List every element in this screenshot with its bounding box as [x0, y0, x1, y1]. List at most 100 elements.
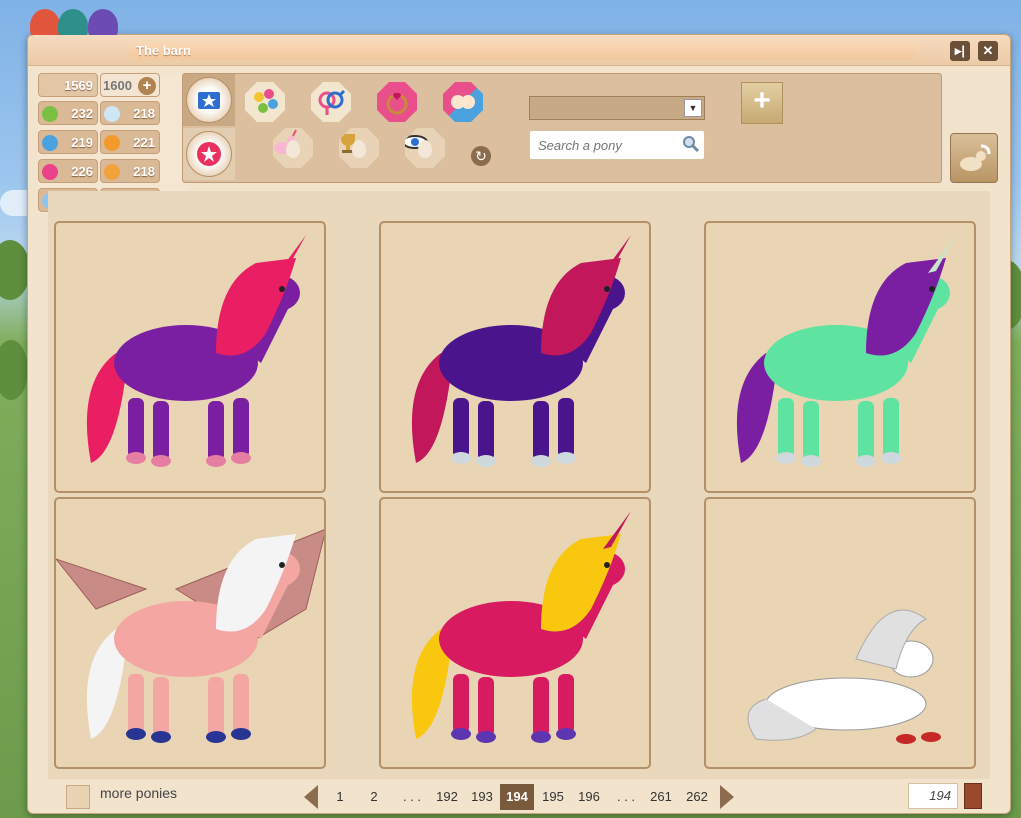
background-tree — [0, 240, 30, 300]
pony-card[interactable] — [379, 221, 651, 493]
pony-leg — [233, 398, 249, 458]
move-to-folder-button[interactable] — [950, 133, 998, 183]
background-tree — [0, 340, 28, 400]
pony-card[interactable] — [54, 497, 326, 769]
pony-hoof — [231, 452, 251, 464]
pony-leg — [453, 398, 469, 458]
pony-image — [411, 511, 631, 743]
stat-value: 226 — [71, 164, 93, 179]
search-icon[interactable] — [682, 135, 700, 153]
tab-favorites-badge — [186, 131, 232, 177]
pony-hoof — [451, 452, 471, 464]
pony-hoof — [856, 455, 876, 467]
tab-favorites[interactable] — [183, 128, 235, 180]
chevron-down-icon[interactable]: ▼ — [684, 99, 702, 117]
page-ellipsis: . . . — [616, 789, 636, 804]
energy-max-value: 1600 — [103, 78, 132, 93]
pony-hoof — [476, 455, 496, 467]
stat-value: 221 — [133, 135, 155, 150]
pony-hoof — [206, 455, 226, 467]
pony-leg — [208, 401, 224, 461]
pony-image — [86, 235, 306, 467]
title-bar[interactable]: The barn ▸| ✕ — [28, 35, 1010, 66]
page-link[interactable]: 2 — [360, 784, 388, 810]
reset-filters-icon[interactable]: ↻ — [471, 146, 491, 166]
stat-value: 219 — [71, 135, 93, 150]
pony-folder-icon — [960, 144, 991, 171]
tab-folder[interactable] — [183, 74, 235, 126]
color-filter-button[interactable] — [245, 82, 285, 122]
pony-hoof — [476, 731, 496, 743]
breeding-filter-button[interactable] — [443, 82, 483, 122]
cloud-icon — [104, 106, 120, 122]
pony-card[interactable] — [379, 497, 651, 769]
pony-eye — [279, 562, 285, 568]
previous-page-arrow-icon[interactable] — [304, 785, 318, 809]
more-ponies-label: more ponies — [100, 785, 178, 801]
pony-card[interactable] — [704, 497, 976, 769]
pony-hoof — [556, 452, 576, 464]
stat-paw: 218 — [100, 159, 160, 183]
current-page[interactable]: 194 — [500, 784, 534, 810]
folder-star-icon — [198, 92, 220, 109]
stat-flame: 221 — [100, 130, 160, 154]
love-filter-button[interactable] — [377, 82, 417, 122]
energy-stat: 1569 — [38, 73, 98, 97]
pony-eye — [604, 286, 610, 292]
more-ponies-checkbox[interactable] — [66, 785, 90, 809]
color-palette-icon — [254, 89, 278, 113]
page-link[interactable]: 192 — [430, 784, 464, 810]
heart-icon — [42, 164, 58, 180]
pony-leg — [128, 674, 144, 734]
pony-hoof — [231, 728, 251, 740]
pony-hoof — [896, 734, 916, 744]
page-link[interactable]: 196 — [572, 784, 606, 810]
trophy-slot[interactable] — [339, 128, 379, 168]
search-input[interactable] — [529, 130, 705, 160]
pony-grid — [48, 191, 990, 779]
filter-bar: ↻ ▼ + — [182, 73, 942, 183]
pony-hoof — [776, 452, 796, 464]
pony-eye — [929, 286, 935, 292]
page-link[interactable]: 195 — [536, 784, 570, 810]
pony-wing — [56, 558, 148, 610]
pony-leg — [208, 677, 224, 737]
gender-filter-button[interactable] — [311, 82, 351, 122]
add-energy-icon[interactable]: + — [138, 77, 156, 95]
pony-leg — [803, 401, 819, 461]
pony-leg — [478, 677, 494, 737]
unicorn-icon — [274, 129, 297, 154]
page-number-input[interactable]: 194 — [908, 783, 958, 809]
drops-icon — [42, 135, 58, 151]
pony-hoof — [531, 455, 551, 467]
pony-hoof — [556, 728, 576, 740]
page-link[interactable]: 262 — [680, 784, 714, 810]
pony-leg — [453, 674, 469, 734]
page-link[interactable]: 193 — [465, 784, 499, 810]
page-link[interactable]: 1 — [326, 784, 354, 810]
pony-hoof — [451, 728, 471, 740]
close-button[interactable]: ✕ — [978, 41, 998, 61]
eye-slot[interactable] — [405, 128, 445, 168]
tab-folder-badge — [186, 77, 232, 123]
unicorn-slot[interactable] — [273, 128, 313, 168]
pony-leg — [778, 398, 794, 458]
go-to-page-button[interactable] — [964, 783, 982, 809]
pink-star-icon — [197, 142, 221, 166]
flame-icon — [104, 135, 120, 151]
page-link[interactable]: 261 — [644, 784, 678, 810]
apple-icon — [42, 106, 58, 122]
minimize-button[interactable]: ▸| — [950, 41, 970, 61]
pony-hoof — [126, 452, 146, 464]
pony-card[interactable] — [54, 221, 326, 493]
pony-hoof — [921, 732, 941, 742]
add-button[interactable]: + — [741, 82, 783, 124]
stat-value: 232 — [71, 106, 93, 121]
pony-eye — [279, 286, 285, 292]
pony-card[interactable] — [704, 221, 976, 493]
pony-leg — [153, 401, 169, 461]
pony-leg — [858, 401, 874, 461]
breed-select[interactable]: ▼ — [529, 96, 705, 120]
next-page-arrow-icon[interactable] — [720, 785, 734, 809]
pony-hoof — [531, 731, 551, 743]
